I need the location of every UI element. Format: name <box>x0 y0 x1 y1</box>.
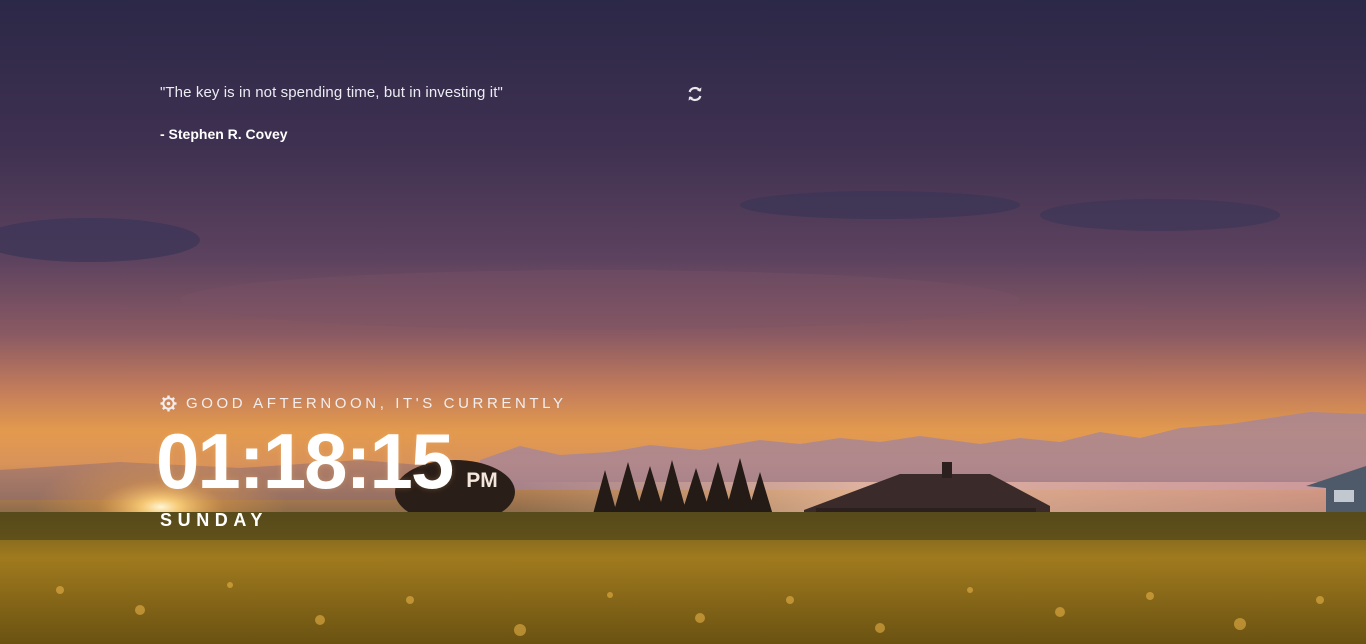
refresh-icon <box>688 86 702 102</box>
quote-widget: "The key is in not spending time, but in… <box>160 84 720 142</box>
quote-text: "The key is in not spending time, but in… <box>160 84 503 101</box>
settings-button[interactable] <box>160 395 177 412</box>
quote-author: - Stephen R. Covey <box>160 126 288 142</box>
clock-period: PM <box>466 469 498 492</box>
day-of-week: SUNDAY <box>160 510 268 530</box>
clock-time: 01:18:15 <box>156 417 454 505</box>
refresh-quote-button[interactable] <box>686 85 704 103</box>
clock: 01:18:15 PM <box>156 418 498 504</box>
greeting-row: GOOD AFTERNOON, IT'S CURRENTLY <box>160 393 567 413</box>
gear-icon <box>160 395 177 411</box>
greeting-text: GOOD AFTERNOON, IT'S CURRENTLY <box>186 394 567 412</box>
